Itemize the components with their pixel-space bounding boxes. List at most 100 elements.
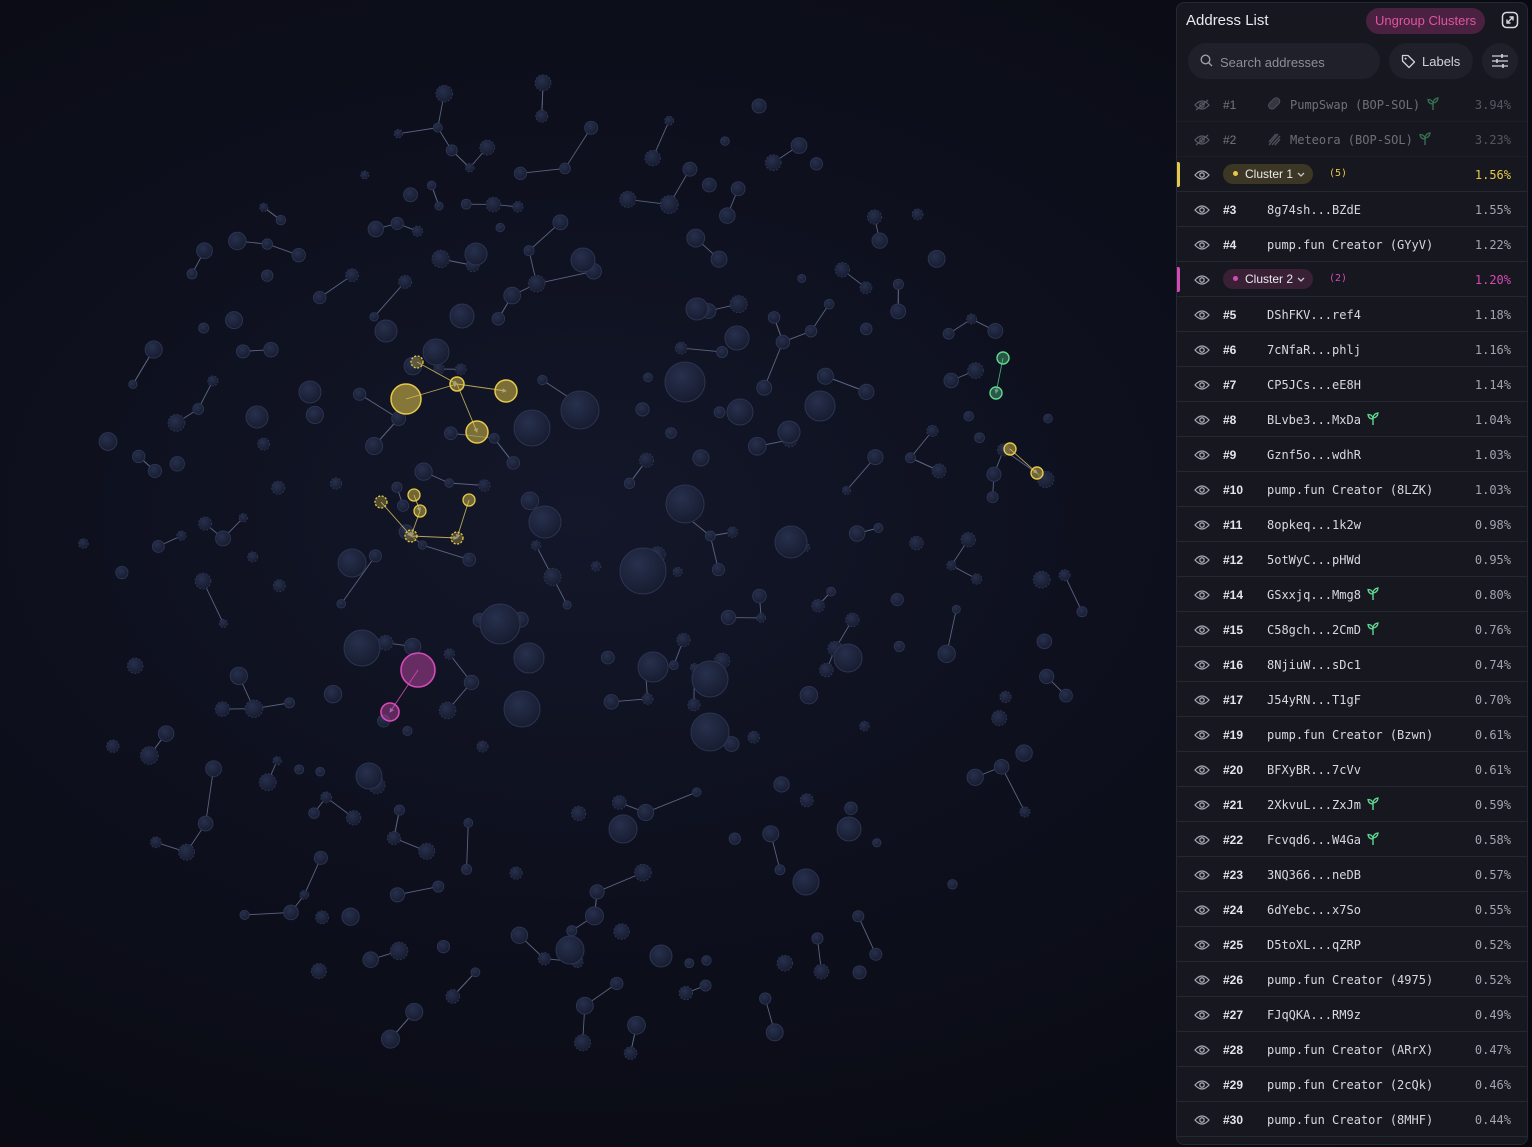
cluster1-bubble[interactable] <box>407 488 421 502</box>
holder-bubble[interactable] <box>927 249 946 268</box>
holder-bubble[interactable] <box>313 290 327 305</box>
holder-bubble[interactable] <box>590 561 602 572</box>
holder-bubble[interactable] <box>775 334 791 350</box>
holder-bubble[interactable] <box>485 196 502 213</box>
holder-bubble[interactable] <box>198 516 213 531</box>
holder-bubble[interactable] <box>619 190 637 208</box>
holder-bubble[interactable] <box>534 74 552 92</box>
holder-bubble[interactable] <box>435 84 453 103</box>
cluster-toggle[interactable]: Cluster 2 <box>1223 269 1314 289</box>
holder-bubble[interactable] <box>767 311 781 324</box>
holder-bubble[interactable] <box>478 479 491 492</box>
address-name[interactable]: 8g74sh...BZdE <box>1267 203 1361 217</box>
eye-icon[interactable] <box>1194 448 1210 466</box>
holder-bubble[interactable] <box>844 801 858 816</box>
address-name[interactable]: J54yRN...T1gF <box>1267 693 1361 707</box>
holder-bubble[interactable] <box>960 532 976 548</box>
address-row[interactable]: #15 C58gch...2CmD 0.76% <box>1177 612 1527 647</box>
holder-bubble[interactable] <box>699 979 712 992</box>
large-holder-bubble[interactable] <box>804 390 836 422</box>
address-name[interactable]: pump.fun Creator (8MHF) <box>1267 1113 1433 1127</box>
large-holder-bubble[interactable] <box>726 398 754 426</box>
eye-icon[interactable] <box>1194 1113 1210 1131</box>
holder-bubble[interactable] <box>78 538 89 549</box>
address-row[interactable]: #9 Gznf5o...wdhR 1.03% <box>1177 437 1527 472</box>
holder-bubble[interactable] <box>398 274 413 289</box>
address-row[interactable]: #19 pump.fun Creator (Bzwn) 0.61% <box>1177 717 1527 752</box>
holder-bubble[interactable] <box>890 592 904 607</box>
holder-bubble[interactable] <box>687 698 701 712</box>
holder-bubble[interactable] <box>462 552 477 567</box>
address-row[interactable]: #27 FJqQKA...RM9z 0.49% <box>1177 997 1527 1032</box>
holder-bubble[interactable] <box>1059 688 1073 703</box>
holder-bubble[interactable] <box>205 760 222 778</box>
holder-bubble[interactable] <box>987 323 1004 339</box>
large-holder-bubble[interactable] <box>690 712 730 752</box>
address-name[interactable]: 8NjiuW...sDc1 <box>1267 658 1361 672</box>
address-name[interactable]: C58gch...2CmD <box>1267 623 1361 637</box>
holder-bubble[interactable] <box>859 322 873 336</box>
holder-bubble[interactable] <box>873 523 884 533</box>
holder-bubble[interactable] <box>610 976 624 991</box>
holder-bubble[interactable] <box>299 889 310 900</box>
address-name[interactable]: 6dYebc...x7So <box>1267 903 1361 917</box>
holder-bubble[interactable] <box>403 187 418 203</box>
address-row[interactable]: #8 BLvbe3...MxDa 1.04% <box>1177 402 1527 437</box>
large-holder-bubble[interactable] <box>560 390 600 430</box>
holder-bubble[interactable] <box>668 660 679 671</box>
holder-bubble[interactable] <box>635 402 650 417</box>
holder-bubble[interactable] <box>207 375 219 387</box>
cluster-toggle[interactable]: Cluster 1 <box>1223 164 1314 184</box>
holder-bubble[interactable] <box>613 923 630 940</box>
holder-bubble[interactable] <box>603 694 619 710</box>
holder-bubble[interactable] <box>966 313 977 325</box>
holder-bubble[interactable] <box>759 992 772 1005</box>
address-name[interactable]: GSxxjq...Mmg8 <box>1267 588 1361 602</box>
eye-icon[interactable] <box>1194 343 1210 361</box>
holder-bubble[interactable] <box>701 955 712 966</box>
address-name[interactable]: pump.fun Creator (8LZK) <box>1267 483 1433 497</box>
holder-bubble[interactable] <box>479 139 496 156</box>
eye-icon[interactable] <box>1194 273 1210 291</box>
holder-bubble[interactable] <box>284 697 295 709</box>
large-holder-bubble[interactable] <box>664 361 706 403</box>
holder-bubble[interactable] <box>710 250 728 268</box>
holder-bubble[interactable] <box>638 452 655 468</box>
address-row[interactable]: #2 Meteora (BOP-SOL) 3.23% <box>1177 122 1527 157</box>
large-holder-bubble[interactable] <box>245 405 269 429</box>
cluster1-bubble[interactable] <box>494 379 518 403</box>
holder-bubble[interactable] <box>627 1015 646 1035</box>
address-name[interactable]: pump.fun Creator (2cQk) <box>1267 1078 1433 1092</box>
holder-bubble[interactable] <box>756 379 773 396</box>
holder-bubble[interactable] <box>974 432 985 444</box>
holder-bubble[interactable] <box>999 690 1012 704</box>
holder-bubble[interactable] <box>315 910 330 925</box>
large-holder-bubble[interactable] <box>298 380 322 404</box>
holder-bubble[interactable] <box>991 710 1008 727</box>
large-holder-bubble[interactable] <box>337 548 367 578</box>
large-holder-bubble[interactable] <box>637 651 669 683</box>
holder-bubble[interactable] <box>520 491 540 511</box>
eye-icon[interactable] <box>1194 868 1210 886</box>
holder-bubble[interactable] <box>776 954 794 972</box>
holder-bubble[interactable] <box>512 201 524 213</box>
holder-bubble[interactable] <box>866 209 883 225</box>
holder-bubble[interactable] <box>765 1023 784 1042</box>
holder-bubble[interactable] <box>294 764 305 775</box>
holder-bubble[interactable] <box>986 491 999 504</box>
holder-bubble[interactable] <box>869 947 883 961</box>
large-holder-bubble[interactable] <box>422 338 450 366</box>
holder-bubble[interactable] <box>834 262 851 278</box>
holder-bubble[interactable] <box>229 666 248 685</box>
holder-bubble[interactable] <box>393 129 404 139</box>
address-row[interactable]: #20 BFXyBR...7cVv 0.61% <box>1177 752 1527 787</box>
holder-bubble[interactable] <box>258 773 277 792</box>
eye-icon[interactable] <box>1194 413 1210 431</box>
address-row[interactable]: #1 PumpSwap (BOP-SOL) 3.94% <box>1177 87 1527 122</box>
holder-bubble[interactable] <box>523 245 535 257</box>
cluster1-bubble[interactable] <box>465 420 489 444</box>
holder-bubble[interactable] <box>377 634 394 651</box>
holder-bubble[interactable] <box>562 600 572 610</box>
holder-bubble[interactable] <box>192 403 205 415</box>
holder-bubble[interactable] <box>641 693 654 705</box>
